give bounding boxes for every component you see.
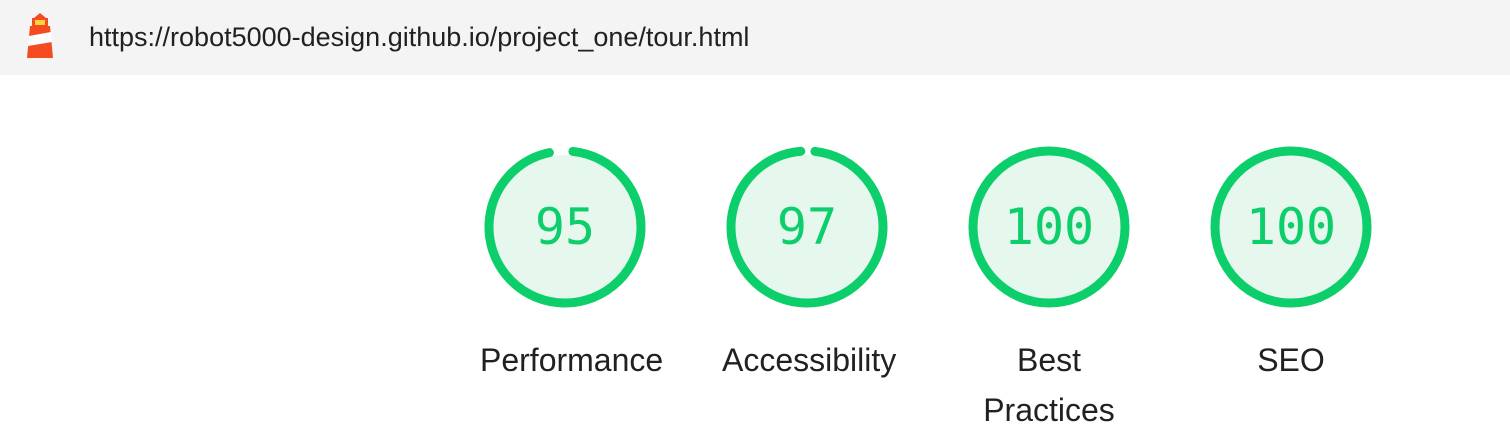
gauge-label: Accessibility (722, 342, 897, 378)
gauge-ring-accessibility: 97 (726, 146, 888, 308)
score-value: 97 (777, 198, 837, 256)
gauge-seo[interactable]: 100 SEO (1171, 145, 1411, 385)
gauge-accessibility[interactable]: 97 Accessibility (687, 145, 927, 385)
gauge-ring-best-practices: 100 (968, 146, 1130, 308)
score-value: 100 (1246, 198, 1336, 256)
score-value: 100 (1004, 198, 1094, 256)
score-gauges: 95 Performance 97 Accessibility 100 Best… (0, 0, 1510, 445)
gauge-ring-performance: 95 (484, 146, 646, 308)
score-value: 95 (535, 198, 595, 256)
gauge-label: Performance (480, 342, 664, 378)
gauge-ring-seo: 100 (1210, 146, 1372, 308)
gauge-best-practices[interactable]: 100 Best Practices (929, 145, 1169, 435)
gauge-label: Best Practices (983, 342, 1115, 428)
gauge-label: SEO (1257, 342, 1325, 378)
gauge-performance[interactable]: 95 Performance (445, 145, 685, 385)
